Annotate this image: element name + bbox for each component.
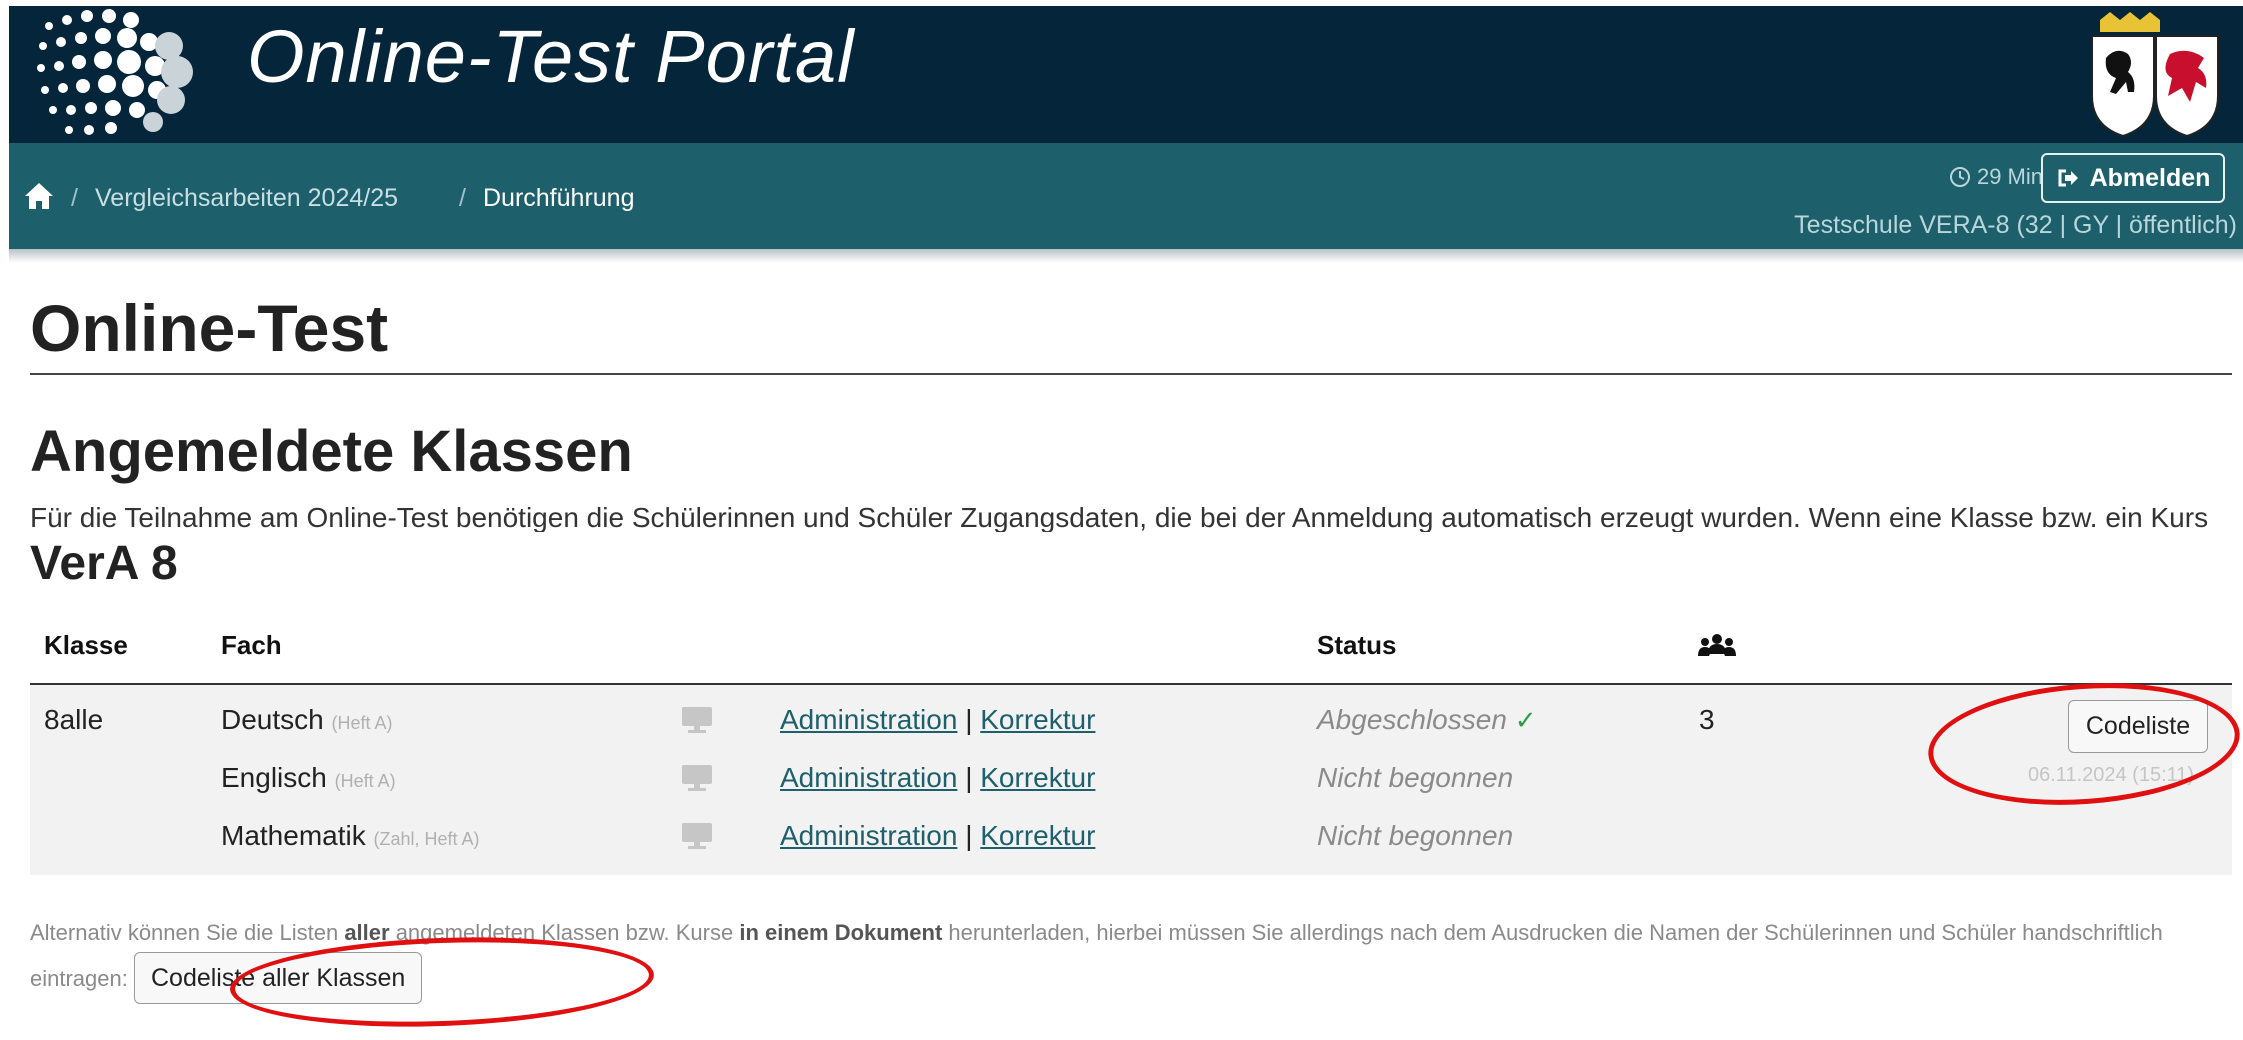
korrektur-link[interactable]: Korrektur: [980, 820, 1095, 851]
status-text: Nicht begonnen: [1317, 820, 1514, 851]
subject-name: Mathematik: [221, 820, 366, 851]
header-shadow: [9, 249, 2243, 263]
dots-sphere-logo: [37, 9, 193, 135]
monitor-icon: [682, 707, 712, 733]
subject-detail: (Zahl, Heft A): [373, 829, 480, 849]
logout-button[interactable]: Abmelden: [2041, 153, 2225, 203]
breadcrumb-durchfuehrung: Durchführung: [483, 184, 635, 212]
note-text: angemeldeten Klassen bzw. Kurse: [389, 920, 740, 945]
subject-detail: (Heft A): [331, 713, 393, 733]
codeliste-all-button[interactable]: Codeliste aller Klassen: [133, 952, 423, 1005]
subject-detail: (Heft A): [334, 771, 396, 791]
link-separator: |: [965, 704, 973, 735]
session-timer: 29 Min: [1949, 164, 2043, 190]
administration-link[interactable]: Administration: [780, 762, 957, 793]
column-header-status: Status: [1317, 630, 1397, 660]
note-bold: aller: [344, 920, 390, 945]
student-count: 3: [1699, 704, 1715, 735]
note-bold: in einem Dokument: [739, 920, 943, 945]
subject-name: Englisch: [221, 762, 327, 793]
row-links: Administration | Korrektur: [780, 820, 1095, 852]
alternative-note: Alternativ können Sie die Listen aller a…: [30, 910, 2240, 1005]
intro-text: Für die Teilnahme am Online-Test benötig…: [30, 502, 2209, 532]
portal-header: Online-Test Portal: [9, 6, 2243, 143]
breadcrumb-vergleichsarbeiten[interactable]: Vergleichsarbeiten 2024/25: [95, 184, 398, 213]
monitor-icon: [682, 765, 712, 791]
state-coat-of-arms: [2091, 12, 2219, 138]
vera-title: VerA 8: [30, 537, 178, 590]
timer-value: 29 Min: [1976, 164, 2043, 189]
page-title: Online-Test: [30, 291, 389, 365]
section-title: Angemeldete Klassen: [30, 419, 633, 484]
breadcrumb-separator: /: [459, 184, 466, 212]
korrektur-link[interactable]: Korrektur: [980, 762, 1095, 793]
codeliste-date: 06.11.2024 (15:11): [2028, 764, 2195, 786]
status-text: Abgeschlossen ✓: [1317, 704, 1536, 736]
home-icon[interactable]: [23, 181, 55, 211]
administration-link[interactable]: Administration: [780, 820, 957, 851]
school-info: Testschule VERA-8 (32 | GY | öffentlich): [1794, 211, 2237, 239]
people-icon: [1698, 634, 1736, 656]
table-row: Deutsch (Heft A): [221, 704, 393, 736]
link-separator: |: [965, 762, 973, 793]
row-links: Administration | Korrektur: [780, 704, 1095, 736]
check-icon: ✓: [1514, 705, 1537, 735]
sign-out-icon: [2058, 169, 2078, 187]
status-text: Nicht begonnen: [1317, 762, 1514, 793]
table-row: Englisch (Heft A): [221, 762, 396, 794]
row-links: Administration | Korrektur: [780, 762, 1095, 794]
administration-link[interactable]: Administration: [780, 704, 957, 735]
breadcrumb-bar: / Vergleichsarbeiten 2024/25 / Durchführ…: [9, 143, 2243, 249]
column-header-klasse: Klasse: [44, 630, 128, 660]
class-name: 8alle: [44, 704, 104, 735]
status-label: Abgeschlossen: [1317, 704, 1507, 735]
title-divider: [30, 373, 2232, 375]
subject-name: Deutsch: [221, 704, 324, 735]
korrektur-link[interactable]: Korrektur: [980, 704, 1095, 735]
monitor-icon: [682, 823, 712, 849]
logout-label: Abmelden: [2089, 163, 2211, 192]
link-separator: |: [965, 820, 973, 851]
column-header-fach: Fach: [221, 630, 282, 660]
codeliste-button[interactable]: Codeliste: [2068, 700, 2208, 753]
note-text: Alternativ können Sie die Listen: [30, 920, 345, 945]
breadcrumb-separator: /: [71, 184, 78, 212]
table-row: Mathematik (Zahl, Heft A): [221, 820, 480, 852]
portal-title: Online-Test Portal: [247, 15, 855, 98]
clock-icon: [1949, 167, 1970, 187]
